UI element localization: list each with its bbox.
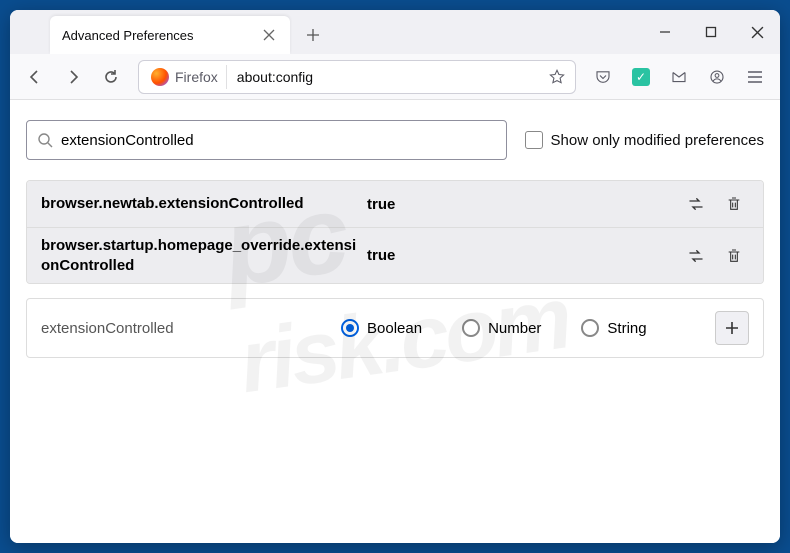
titlebar: Advanced Preferences (10, 10, 780, 54)
pref-actions (681, 241, 749, 271)
forward-button[interactable] (56, 60, 90, 94)
create-pref-row: extensionControlled Boolean Number Strin… (26, 298, 764, 358)
delete-button[interactable] (719, 189, 749, 219)
plus-icon (725, 321, 739, 335)
radio-string[interactable]: String (581, 319, 646, 337)
prefs-table: browser.newtab.extensionControlled true … (26, 180, 764, 284)
pocket-icon[interactable] (586, 60, 620, 94)
pref-row[interactable]: browser.startup.homepage_override.extens… (27, 227, 763, 283)
radio-icon (341, 319, 359, 337)
config-search-box[interactable] (26, 120, 507, 160)
radio-boolean[interactable]: Boolean (341, 319, 422, 337)
radio-label: String (607, 320, 646, 337)
toggle-button[interactable] (681, 241, 711, 271)
bookmark-star-icon[interactable] (543, 63, 571, 91)
extension-icon[interactable]: ✓ (624, 60, 658, 94)
browser-window: Advanced Preferences Firefox about:confi… (10, 10, 780, 543)
pref-actions (681, 189, 749, 219)
pref-value: true (361, 196, 681, 213)
radio-label: Boolean (367, 320, 422, 337)
account-icon[interactable] (700, 60, 734, 94)
active-tab[interactable]: Advanced Preferences (50, 16, 290, 54)
create-pref-name: extensionControlled (41, 320, 341, 337)
toggle-button[interactable] (681, 189, 711, 219)
back-button[interactable] (18, 60, 52, 94)
reload-button[interactable] (94, 60, 128, 94)
radio-icon (462, 319, 480, 337)
pref-name: browser.startup.homepage_override.extens… (41, 236, 361, 275)
url-text[interactable]: about:config (227, 69, 543, 85)
window-controls (642, 10, 780, 54)
show-modified-label: Show only modified preferences (551, 132, 764, 149)
minimize-button[interactable] (642, 10, 688, 54)
checkbox-icon[interactable] (525, 131, 543, 149)
tab-title: Advanced Preferences (62, 28, 260, 43)
delete-button[interactable] (719, 241, 749, 271)
search-row: Show only modified preferences (26, 120, 764, 160)
identity-box[interactable]: Firefox (143, 65, 227, 89)
config-search-input[interactable] (61, 132, 496, 149)
identity-label: Firefox (175, 69, 218, 85)
new-tab-button[interactable] (298, 20, 328, 50)
close-tab-icon[interactable] (260, 26, 278, 44)
show-modified-checkbox[interactable]: Show only modified preferences (525, 131, 764, 149)
firefox-icon (151, 68, 169, 86)
search-icon (37, 132, 53, 148)
nav-toolbar: Firefox about:config ✓ (10, 54, 780, 100)
close-window-button[interactable] (734, 10, 780, 54)
type-radio-group: Boolean Number String (341, 319, 715, 337)
pref-row[interactable]: browser.newtab.extensionControlled true (27, 181, 763, 227)
url-bar[interactable]: Firefox about:config (138, 60, 576, 94)
inbox-icon[interactable] (662, 60, 696, 94)
maximize-button[interactable] (688, 10, 734, 54)
about-config-content: Show only modified preferences browser.n… (10, 100, 780, 543)
radio-icon (581, 319, 599, 337)
add-pref-button[interactable] (715, 311, 749, 345)
menu-button[interactable] (738, 60, 772, 94)
pref-name: browser.newtab.extensionControlled (41, 194, 361, 214)
radio-number[interactable]: Number (462, 319, 541, 337)
radio-label: Number (488, 320, 541, 337)
pref-value: true (361, 247, 681, 264)
